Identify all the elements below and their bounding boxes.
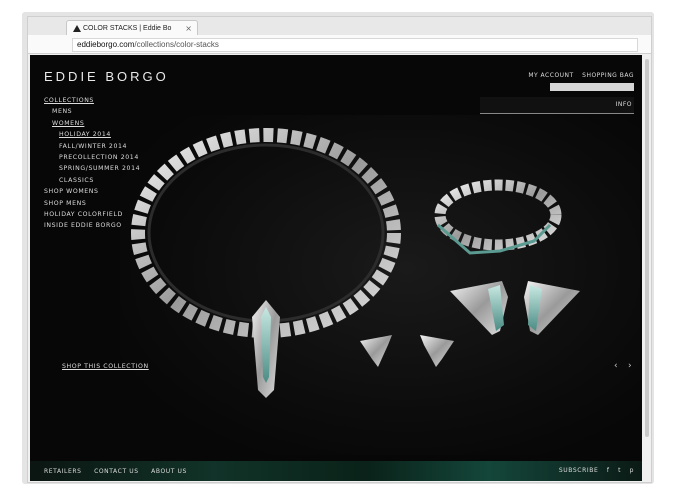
pinterest-icon[interactable]: p <box>630 467 634 474</box>
main-navigation: COLLECTIONS MENS WOMENS HOLIDAY 2014 FAL… <box>44 95 140 232</box>
nav-mens[interactable]: MENS <box>52 106 140 117</box>
nav-collections[interactable]: COLLECTIONS <box>44 95 140 106</box>
facebook-icon[interactable]: f <box>607 467 610 474</box>
bracelet <box>434 179 562 255</box>
twitter-icon[interactable]: t <box>618 467 621 474</box>
tab-bar: COLOR STACKS | Eddie Bo × <box>28 17 651 36</box>
footer: RETAILERS CONTACT US ABOUT US SUBSCRIBE … <box>30 461 642 481</box>
url-path: /collections/color-stacks <box>134 40 219 49</box>
scrollbar[interactable] <box>643 55 651 481</box>
about-us-link[interactable]: ABOUT US <box>151 468 187 475</box>
favicon-icon <box>73 25 81 32</box>
nav-spring-summer-2014[interactable]: SPRING/SUMMER 2014 <box>59 163 140 174</box>
nav-holiday-2014[interactable]: HOLIDAY 2014 <box>59 129 140 140</box>
footer-links: RETAILERS CONTACT US ABOUT US <box>44 468 197 475</box>
shop-collection-link[interactable]: SHOP THIS COLLECTION <box>62 363 149 370</box>
address-bar: eddieborgo.com/collections/color-stacks <box>28 35 651 54</box>
account-links: MY ACCOUNT SHOPPING BAG <box>522 72 634 79</box>
necklace <box>131 128 401 398</box>
scrollbar-thumb[interactable] <box>645 59 649 437</box>
earrings-small <box>360 335 454 367</box>
tab-title: COLOR STACKS | Eddie Bo <box>83 25 172 32</box>
url-field[interactable]: eddieborgo.com/collections/color-stacks <box>72 38 638 52</box>
info-link[interactable]: INFO <box>616 101 632 108</box>
nav-inside-eddie-borgo[interactable]: INSIDE EDDIE BORGO <box>44 220 140 231</box>
browser-tab[interactable]: COLOR STACKS | Eddie Bo × <box>66 20 198 36</box>
nav-womens[interactable]: WOMENS <box>52 118 140 129</box>
subscribe-link[interactable]: SUBSCRIBE <box>559 467 598 474</box>
earrings-large <box>450 281 580 335</box>
browser-window: COLOR STACKS | Eddie Bo × eddieborgo.com… <box>27 16 652 483</box>
info-bar[interactable]: INFO <box>480 97 634 114</box>
my-account-link[interactable]: MY ACCOUNT <box>528 72 573 79</box>
shopping-bag-link[interactable]: SHOPPING BAG <box>582 72 634 79</box>
contact-us-link[interactable]: CONTACT US <box>94 468 139 475</box>
retailers-link[interactable]: RETAILERS <box>44 468 82 475</box>
nav-shop-mens[interactable]: SHOP MENS <box>44 198 140 209</box>
nav-fall-winter-2014[interactable]: FALL/WINTER 2014 <box>59 141 140 152</box>
footer-social: SUBSCRIBE f t p <box>553 467 634 474</box>
page-content: EDDIE BORGO MY ACCOUNT SHOPPING BAG INFO… <box>30 55 642 481</box>
nav-classics[interactable]: CLASSICS <box>59 175 140 186</box>
prev-arrow-icon[interactable]: ‹ <box>614 361 618 371</box>
search-input[interactable] <box>550 83 634 91</box>
nav-shop-womens[interactable]: SHOP WOMENS <box>44 186 140 197</box>
close-tab-icon[interactable]: × <box>185 21 192 36</box>
url-domain: eddieborgo.com <box>77 40 135 49</box>
brand-logo[interactable]: EDDIE BORGO <box>44 69 169 84</box>
nav-precollection-2014[interactable]: PRECOLLECTION 2014 <box>59 152 140 163</box>
nav-holiday-colorfield[interactable]: HOLIDAY COLORFIELD <box>44 209 140 220</box>
next-arrow-icon[interactable]: › <box>628 361 632 371</box>
